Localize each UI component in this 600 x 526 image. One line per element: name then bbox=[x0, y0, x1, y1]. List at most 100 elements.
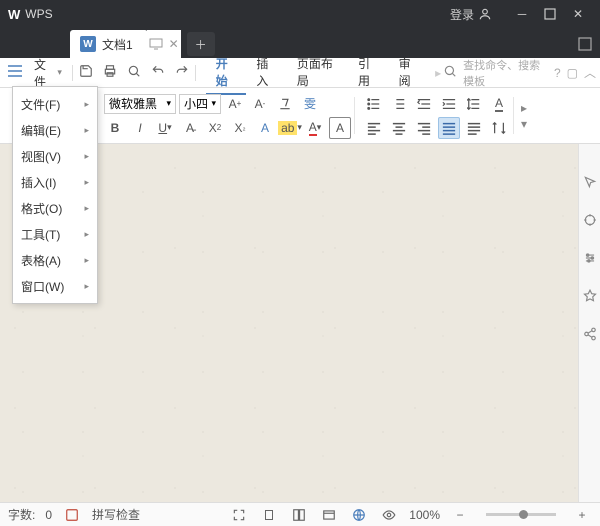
spell-check-icon[interactable] bbox=[62, 505, 82, 525]
ribbon-overflow[interactable]: ▸▾ bbox=[518, 91, 530, 140]
app-logo-icon: W bbox=[8, 7, 21, 22]
document-tab-title: 文档1 bbox=[102, 36, 133, 53]
cursor-tool-icon[interactable] bbox=[582, 174, 598, 190]
quick-access-toolbar bbox=[77, 64, 191, 81]
bullets-button[interactable] bbox=[363, 93, 385, 115]
italic-button[interactable]: I bbox=[129, 117, 151, 139]
print-icon[interactable] bbox=[101, 64, 119, 81]
close-button[interactable]: ✕ bbox=[564, 0, 592, 28]
word-count-label: 字数: bbox=[8, 506, 35, 523]
settings-icon[interactable] bbox=[582, 250, 598, 266]
titlebar: W WPS 登录 ─ ✕ bbox=[0, 0, 600, 28]
separator bbox=[195, 65, 196, 81]
menu-table[interactable]: 表格(A)▸ bbox=[13, 247, 97, 273]
font-size-value: 小四 bbox=[184, 95, 208, 112]
strikethrough-button[interactable]: A̵ bbox=[179, 117, 201, 139]
preview-icon[interactable] bbox=[125, 64, 143, 81]
eye-protect-icon[interactable] bbox=[379, 505, 399, 525]
highlight-button[interactable]: ab▾ bbox=[279, 117, 301, 139]
login-label: 登录 bbox=[450, 6, 474, 23]
paragraph-group: A bbox=[359, 91, 514, 140]
font-name-select[interactable]: 微软雅黑▾ bbox=[104, 94, 176, 114]
tab-insert[interactable]: 插入 bbox=[246, 51, 287, 95]
share-icon[interactable] bbox=[582, 326, 598, 342]
zoom-slider[interactable] bbox=[486, 513, 556, 516]
text-effects-button[interactable]: A bbox=[254, 117, 276, 139]
numbering-button[interactable] bbox=[388, 93, 410, 115]
web-view-icon[interactable] bbox=[349, 505, 369, 525]
chevron-down-icon: ▾ bbox=[57, 67, 62, 78]
star-icon[interactable] bbox=[582, 288, 598, 304]
menu-edit[interactable]: 编辑(E)▸ bbox=[13, 117, 97, 143]
square-icon bbox=[544, 8, 556, 20]
outline-view-icon[interactable] bbox=[289, 505, 309, 525]
underline-button[interactable]: U ▾ bbox=[154, 117, 176, 139]
char-shading-button[interactable]: A bbox=[488, 93, 510, 115]
reading-view-icon[interactable] bbox=[319, 505, 339, 525]
search-placeholder[interactable]: 查找命令、搜索模板 bbox=[463, 57, 548, 89]
file-menu-label: 文件 bbox=[34, 56, 55, 90]
subscript-button[interactable]: X₂ bbox=[229, 117, 251, 139]
menu-format[interactable]: 格式(O)▸ bbox=[13, 195, 97, 221]
font-name-value: 微软雅黑 bbox=[109, 95, 157, 112]
tab-review[interactable]: 审阅 bbox=[389, 51, 430, 95]
align-justify-button[interactable] bbox=[438, 117, 460, 139]
redo-icon[interactable] bbox=[173, 64, 191, 81]
menu-tools[interactable]: 工具(T)▸ bbox=[13, 221, 97, 247]
page-view-icon[interactable] bbox=[259, 505, 279, 525]
select-tool-icon[interactable] bbox=[582, 212, 598, 228]
grow-font-button[interactable]: A+ bbox=[224, 93, 246, 115]
help-icon[interactable]: ? bbox=[554, 66, 561, 80]
tab-references[interactable]: 引用 bbox=[348, 51, 389, 95]
maximize-button[interactable] bbox=[536, 0, 564, 28]
login-button[interactable]: 登录 bbox=[450, 6, 492, 23]
tab-layout[interactable]: 页面布局 bbox=[287, 51, 348, 95]
tab-home[interactable]: 开始 bbox=[206, 51, 247, 95]
align-right-button[interactable] bbox=[413, 117, 435, 139]
collapse-ribbon-icon[interactable]: ▢ bbox=[567, 66, 578, 80]
decrease-indent-button[interactable] bbox=[413, 93, 435, 115]
save-icon[interactable] bbox=[77, 64, 95, 81]
document-tab[interactable]: W 文档1 bbox=[70, 30, 148, 58]
doc-type-icon: W bbox=[80, 36, 96, 52]
font-group: 微软雅黑▾ 小四▾ A+ A- 雯 B I U ▾ A̵ X2 X₂ A ab▾… bbox=[100, 91, 355, 140]
menu-window[interactable]: 窗口(W)▸ bbox=[13, 273, 97, 299]
clear-format-button[interactable] bbox=[274, 93, 296, 115]
undo-icon[interactable] bbox=[149, 64, 167, 81]
tab-device-icon[interactable]: ✕ bbox=[147, 30, 181, 58]
chevron-right-icon[interactable]: ▸ bbox=[435, 66, 441, 80]
superscript-button[interactable]: X2 bbox=[204, 117, 226, 139]
font-color-button[interactable]: A▾ bbox=[304, 117, 326, 139]
tabbar-overflow-button[interactable] bbox=[570, 30, 600, 58]
increase-indent-button[interactable] bbox=[438, 93, 460, 115]
hamburger-icon[interactable] bbox=[4, 65, 26, 80]
menu-file[interactable]: 文件(F)▸ bbox=[13, 91, 97, 117]
phonetic-guide-button[interactable]: 雯 bbox=[299, 93, 321, 115]
spell-check-label[interactable]: 拼写检查 bbox=[92, 506, 140, 523]
chevron-up-icon[interactable]: ︿ bbox=[584, 64, 596, 81]
font-size-select[interactable]: 小四▾ bbox=[179, 94, 221, 114]
ribbon-tabs: 开始 插入 页面布局 引用 审阅 bbox=[206, 51, 429, 95]
app-name: WPS bbox=[25, 7, 52, 21]
align-left-button[interactable] bbox=[363, 117, 385, 139]
minimize-button[interactable]: ─ bbox=[508, 0, 536, 28]
zoom-in-button[interactable]: + bbox=[572, 505, 592, 525]
fullscreen-icon[interactable] bbox=[229, 505, 249, 525]
text-direction-button[interactable] bbox=[488, 117, 510, 139]
zoom-value[interactable]: 100% bbox=[409, 508, 440, 522]
align-distributed-button[interactable] bbox=[463, 117, 485, 139]
char-border-button[interactable]: A bbox=[329, 117, 351, 139]
line-spacing-button[interactable] bbox=[463, 93, 485, 115]
menu-view[interactable]: 视图(V)▸ bbox=[13, 143, 97, 169]
align-center-button[interactable] bbox=[388, 117, 410, 139]
zoom-out-button[interactable]: − bbox=[450, 505, 470, 525]
bold-button[interactable]: B bbox=[104, 117, 126, 139]
statusbar: 字数: 0 拼写检查 100% − + bbox=[0, 502, 600, 526]
menubar: 文件 ▾ 开始 插入 页面布局 引用 审阅 ▸ 查找命令、搜索模板 ? ▢ ︿ bbox=[0, 58, 600, 88]
menu-insert[interactable]: 插入(I)▸ bbox=[13, 169, 97, 195]
search-icon[interactable] bbox=[443, 64, 457, 81]
right-sidebar bbox=[578, 144, 600, 524]
shrink-font-button[interactable]: A- bbox=[249, 93, 271, 115]
word-count-value[interactable]: 0 bbox=[45, 508, 52, 522]
separator bbox=[72, 65, 73, 81]
